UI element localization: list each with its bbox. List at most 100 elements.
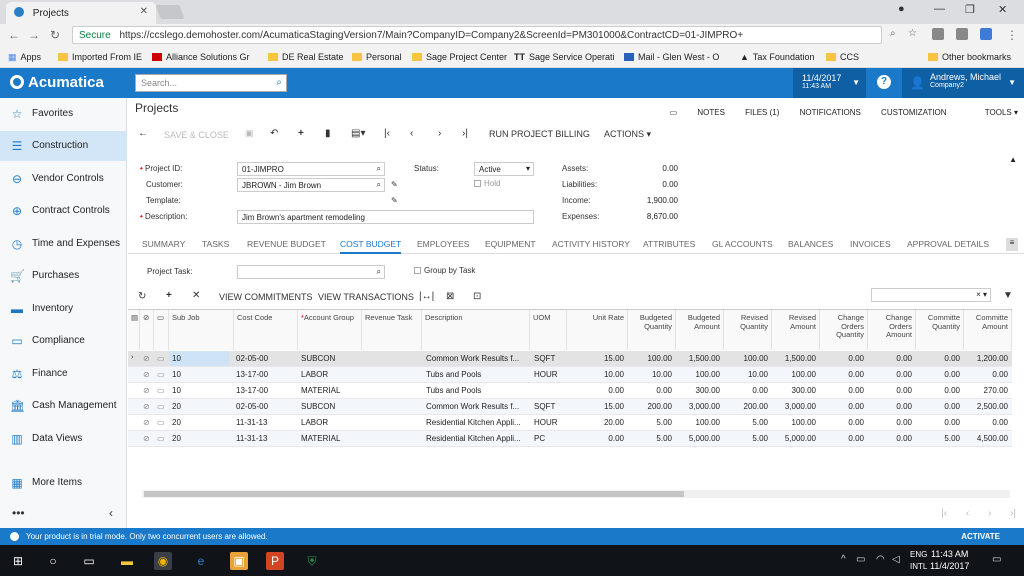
cell-change-orders-amount[interactable]: 0.00 — [868, 370, 912, 379]
cell-committed-quantity[interactable]: 5.00 — [916, 434, 960, 443]
cortana-search-icon[interactable]: ○ — [44, 552, 62, 570]
back-arrow-icon[interactable]: ← — [8, 28, 20, 42]
template-field[interactable] — [237, 194, 385, 208]
add-row-icon[interactable]: + — [166, 290, 172, 301]
sidebar-item-compliance[interactable]: ▭ Compliance — [0, 326, 127, 356]
activate-button[interactable]: ACTIVATE — [961, 532, 1000, 541]
table-row[interactable]: › ⊘ ▭ 10 02-05-00 SUBCON Common Work Results f… — [128, 351, 1012, 367]
cell-revised-quantity[interactable]: 100.00 — [724, 354, 768, 363]
edit-pencil-icon[interactable]: ✎ — [391, 196, 398, 205]
cell-committed-quantity[interactable]: 0.00 — [916, 354, 960, 363]
sidebar-item-inventory[interactable]: ▬ Inventory — [0, 294, 127, 324]
close-tab-icon[interactable]: ✕ — [140, 6, 148, 17]
tab-summary[interactable]: SUMMARY — [142, 239, 185, 249]
fit-columns-icon[interactable]: |↔| — [419, 291, 434, 302]
tray-chevron-icon[interactable]: ^ — [841, 554, 846, 565]
sidebar-item-favorites[interactable]: ☆ Favorites — [0, 99, 127, 129]
cell-revised-quantity[interactable]: 200.00 — [724, 402, 768, 411]
cell-change-orders-amount[interactable]: 0.00 — [868, 354, 912, 363]
cell-change-orders-quantity[interactable]: 0.00 — [820, 402, 864, 411]
cell-account-group[interactable]: SUBCON — [301, 402, 361, 411]
cell-description[interactable]: Tubs and Pools — [426, 370, 526, 379]
column-header-account-group[interactable]: *Account Group — [298, 310, 362, 350]
column-header-revised-amount[interactable]: Revised Amount — [772, 310, 820, 350]
cell-description[interactable]: Tubs and Pools — [426, 386, 526, 395]
window-close-icon[interactable]: ✕ — [998, 3, 1007, 16]
cell-unit-rate[interactable]: 15.00 — [568, 354, 624, 363]
bookmark-item[interactable]: Other bookmarks — [928, 52, 1011, 62]
tab-balances[interactable]: BALANCES — [788, 239, 833, 249]
edit-pencil-icon[interactable]: ✎ — [391, 180, 398, 189]
network-icon[interactable]: ▭ — [856, 554, 865, 565]
sidebar-item-purchases[interactable]: 🛒 Purchases — [0, 261, 127, 291]
tab-revenue-budget[interactable]: REVENUE BUDGET — [247, 239, 326, 249]
cell-unit-rate[interactable]: 20.00 — [568, 418, 624, 427]
cell-change-orders-amount[interactable]: 0.00 — [868, 434, 912, 443]
cell-revised-amount[interactable]: 100.00 — [772, 370, 816, 379]
cell-uom[interactable]: SQFT — [534, 402, 566, 411]
search-icon[interactable]: ⌕ — [377, 267, 381, 277]
maximize-icon[interactable]: ❐ — [965, 3, 975, 16]
search-icon[interactable]: ⌕ — [377, 180, 381, 190]
actions-button[interactable]: ACTIONS ▾ — [604, 129, 651, 140]
next-page-icon[interactable]: › — [988, 508, 991, 519]
customization-link[interactable]: CUSTOMIZATION — [881, 108, 946, 117]
bookmark-item[interactable]: DE Real Estate — [268, 52, 344, 62]
cell-sub-job[interactable]: 10 — [172, 386, 232, 395]
acumatica-logo[interactable]: Acumatica — [10, 74, 104, 91]
language-indicator[interactable]: ENG INTL — [910, 549, 927, 573]
profile-icon[interactable]: ● — [898, 3, 905, 15]
group-by-task-checkbox[interactable]: Group by Task — [414, 266, 475, 275]
cell-account-group[interactable]: LABOR — [301, 418, 361, 427]
tab-scroll-icon[interactable]: ≡ — [1006, 238, 1018, 251]
cell-revised-quantity[interactable]: 0.00 — [724, 386, 768, 395]
cell-unit-rate[interactable]: 0.00 — [568, 434, 624, 443]
cell-uom[interactable]: HOUR — [534, 418, 566, 427]
run-project-billing-button[interactable]: RUN PROJECT BILLING — [489, 129, 590, 139]
cell-change-orders-quantity[interactable]: 0.00 — [820, 434, 864, 443]
view-commitments-button[interactable]: VIEW COMMITMENTS — [219, 292, 313, 302]
column-header-budgeted-amount[interactable]: Budgeted Amount — [676, 310, 724, 350]
collapse-sidebar-icon[interactable]: ‹ — [109, 506, 113, 520]
sidebar-item-time-expenses[interactable]: ◷ Time and Expenses — [0, 229, 127, 259]
cell-sub-job[interactable]: 20 — [172, 434, 232, 443]
row-attachment-icon[interactable]: ⊘ — [143, 418, 150, 427]
description-field[interactable]: Jim Brown's apartment remodeling — [237, 210, 534, 224]
search-input[interactable]: Search... ⌕ — [135, 74, 287, 92]
undo-icon[interactable]: ↶ — [270, 128, 278, 139]
cell-revised-amount[interactable]: 1,500.00 — [772, 354, 816, 363]
cell-committed-amount[interactable]: 1,200.00 — [964, 354, 1008, 363]
next-record-icon[interactable]: › — [438, 128, 441, 139]
row-attachment-icon[interactable]: ⊘ — [143, 354, 150, 363]
hold-checkbox[interactable]: Hold — [474, 179, 500, 188]
tab-cost-budget[interactable]: COST BUDGET — [340, 239, 402, 254]
row-attachment-icon[interactable]: ⊘ — [143, 386, 150, 395]
reload-icon[interactable]: ↻ — [50, 28, 60, 42]
clear-chevron-icon[interactable]: × ▾ — [976, 290, 987, 299]
cell-budgeted-amount[interactable]: 5,000.00 — [676, 434, 720, 443]
bookmark-item[interactable]: ▲ Tax Foundation — [740, 52, 814, 62]
column-header-unit-rate[interactable]: Unit Rate — [567, 310, 628, 350]
powerpoint-icon[interactable]: P — [266, 552, 284, 570]
column-header-revenue-task[interactable]: Revenue Task — [362, 310, 422, 350]
search-icon[interactable]: ⌕ — [276, 77, 282, 88]
view-transactions-button[interactable]: VIEW TRANSACTIONS — [318, 292, 414, 302]
column-header-cost-code[interactable]: Cost Code — [234, 310, 298, 350]
user-menu[interactable]: 👤 Andrews, Michael Company2 ▼ — [902, 68, 1024, 98]
tab-approval-details[interactable]: APPROVAL DETAILS — [907, 239, 989, 249]
delete-row-icon[interactable]: ✕ — [192, 290, 200, 301]
sidebar-item-vendor-controls[interactable]: ⊖ Vendor Controls — [0, 164, 127, 194]
column-header-budgeted-quantity[interactable]: Budgeted Quantity — [628, 310, 676, 350]
cell-budgeted-amount[interactable]: 300.00 — [676, 386, 720, 395]
scrollbar-thumb[interactable] — [144, 491, 684, 497]
cell-committed-quantity[interactable]: 0.00 — [916, 386, 960, 395]
cell-committed-amount[interactable]: 270.00 — [964, 386, 1008, 395]
notes-link[interactable]: ▭ NOTES — [670, 108, 725, 117]
cell-cost-code[interactable]: 11-31-13 — [236, 434, 296, 443]
notifications-link[interactable]: NOTIFICATIONS — [800, 108, 861, 117]
cell-committed-amount[interactable]: 0.00 — [964, 370, 1008, 379]
cell-uom[interactable]: PC — [534, 434, 566, 443]
row-attachment-icon[interactable]: ⊘ — [143, 370, 150, 379]
save-icon[interactable]: ▣ — [245, 128, 254, 139]
zoom-search-icon[interactable]: ⌕ — [890, 28, 896, 39]
